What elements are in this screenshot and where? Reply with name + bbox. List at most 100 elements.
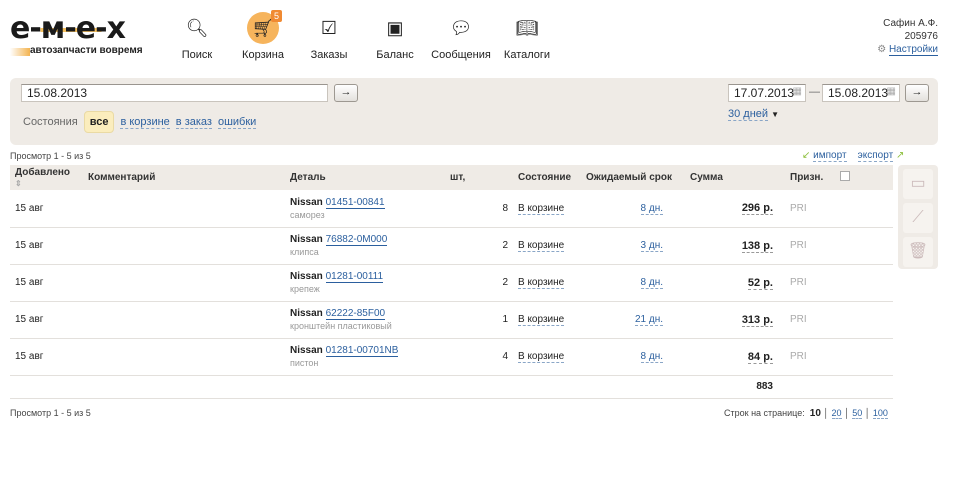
nav-cart[interactable]: 🛒︎ 5 Корзина [230,10,296,61]
search-input[interactable] [21,84,328,102]
row-state[interactable]: В корзине [518,277,565,289]
nav-messages[interactable]: 💬︎ Сообщения [428,12,494,62]
calendar-icon[interactable]: ▦ [793,86,802,97]
row-date: 15 авг [10,264,83,302]
table-row: 15 авг Nissan 01281-00701NB пистон 4 В ко… [10,338,893,376]
row-flag: PRI [785,190,835,228]
pager-option-20[interactable]: 20 [831,408,842,419]
row-qty: 2 [445,227,513,265]
row-term[interactable]: 8 дн. [640,202,663,215]
col-sum: Сумма [685,165,785,190]
row-qty: 2 [445,264,513,302]
row-sum[interactable]: 313 р. [741,313,773,327]
pager-option-10[interactable]: 10 [810,408,821,419]
state-in-cart[interactable]: в корзине [120,116,170,129]
total-sum: 883 [685,375,785,399]
move-icon[interactable]: ⟋ [903,203,933,233]
row-brand: Nissan [290,345,323,356]
export-link[interactable]: экспорт [857,150,894,162]
nav-balance[interactable]: ▣ Баланс [362,12,428,62]
logo[interactable]: e-м-e-x автозапчасти вовремя [10,14,143,56]
row-flag: PRI [785,264,835,302]
row-desc: пистон [290,358,319,368]
col-select[interactable] [835,165,893,190]
nav-catalogs[interactable]: 📖︎ Каталоги [494,12,560,62]
pager-option-50[interactable]: 50 [852,408,863,419]
row-comment[interactable] [83,190,285,228]
state-errors[interactable]: ошибки [217,116,257,129]
row-term[interactable]: 21 дн. [634,314,663,326]
row-term[interactable]: 8 дн. [640,277,663,289]
view-info-top: Просмотр 1 - 5 из 5 [10,151,91,161]
row-desc: саморез [290,209,325,220]
row-comment[interactable] [83,227,285,265]
row-term[interactable]: 3 дн. [640,240,663,252]
row-part-link[interactable]: 76882-0M000 [325,234,388,246]
row-date: 15 авг [10,338,83,376]
row-comment[interactable] [83,301,285,339]
row-state[interactable]: В корзине [518,240,565,252]
pager-option-100[interactable]: 100 [872,408,888,419]
row-sum[interactable]: 296 р. [741,202,773,216]
view-info-bottom: Просмотр 1 - 5 из 5 [10,408,91,418]
row-qty: 1 [445,301,513,339]
nav-orders[interactable]: ☑ Заказы [296,12,362,62]
search-go-button[interactable]: → [334,84,358,102]
logo-tagline: автозапчасти вовремя [10,45,143,56]
wallet-icon: ▣ [386,17,404,38]
col-term: Ожидаемый срок [581,165,685,190]
cart-badge: 5 [271,10,283,22]
row-brand: Nissan [290,234,323,245]
add-to-order-icon[interactable]: ▭ [903,169,933,199]
period-label: 30 дней [728,108,769,121]
row-desc: кронштейн пластиковый [290,321,392,331]
logo-mark: e-м-e-x [10,14,132,44]
user-id: 205976 [904,31,938,42]
row-sum[interactable]: 52 р. [747,276,773,290]
cart-table: Добавлено ⇕ Комментарий Деталь шт, Состо… [10,165,893,399]
date-separator: — [809,86,820,98]
row-sum[interactable]: 84 р. [747,350,773,364]
row-part-link[interactable]: 01451-00841 [325,196,385,209]
col-comment: Комментарий [83,165,285,190]
select-all-checkbox[interactable] [840,171,850,181]
calendar-icon[interactable]: ▦ [887,86,896,97]
period-dropdown[interactable]: 30 дней ▼ [728,108,780,121]
row-comment[interactable] [83,338,285,376]
trash-icon[interactable]: 🗑︎ [903,237,933,267]
date-go-button[interactable]: → [905,84,929,102]
row-state[interactable]: В корзине [518,314,565,326]
orders-icon: ☑ [320,17,338,38]
col-added[interactable]: Добавлено ⇕ [10,165,83,190]
search-icon: 🔍︎ [185,17,209,38]
settings-link[interactable]: Настройки [888,44,938,56]
user-name: Сафин А.Ф. [883,18,938,29]
state-in-order[interactable]: в заказ [175,116,212,129]
row-qty: 4 [445,338,513,376]
row-part-link[interactable]: 01281-00701NB [325,345,399,357]
pager: Строк на странице: 10 │ 20 │ 50 │ 100 [724,408,888,419]
row-comment[interactable] [83,264,285,302]
col-qty: шт, [445,165,513,190]
row-state[interactable]: В корзине [518,202,565,215]
nav-search[interactable]: 🔍︎ Поиск [164,12,230,62]
row-part-link[interactable]: 01281-00111 [325,271,384,283]
nav-label: Поиск [181,49,213,61]
nav-label: Корзина [242,49,284,61]
row-term[interactable]: 8 дн. [640,351,663,363]
state-all[interactable]: все [83,111,115,133]
import-link[interactable]: импорт [813,150,847,162]
total-row: 883 [10,375,893,399]
row-flag: PRI [785,338,835,376]
row-brand: Nissan [290,196,323,208]
chevron-down-icon: ▼ [771,110,780,119]
row-date: 15 авг [10,190,83,228]
row-sum[interactable]: 138 р. [741,239,773,253]
table-header: Добавлено ⇕ Комментарий Деталь шт, Состо… [10,165,893,190]
nav-label: Сообщения [431,49,491,61]
pager-label: Строк на странице: [724,408,805,418]
row-part-link[interactable]: 62222-85F00 [325,308,386,320]
row-desc: крепеж [290,284,320,294]
import-icon: ↙ [802,150,811,161]
row-state[interactable]: В корзине [518,351,565,363]
